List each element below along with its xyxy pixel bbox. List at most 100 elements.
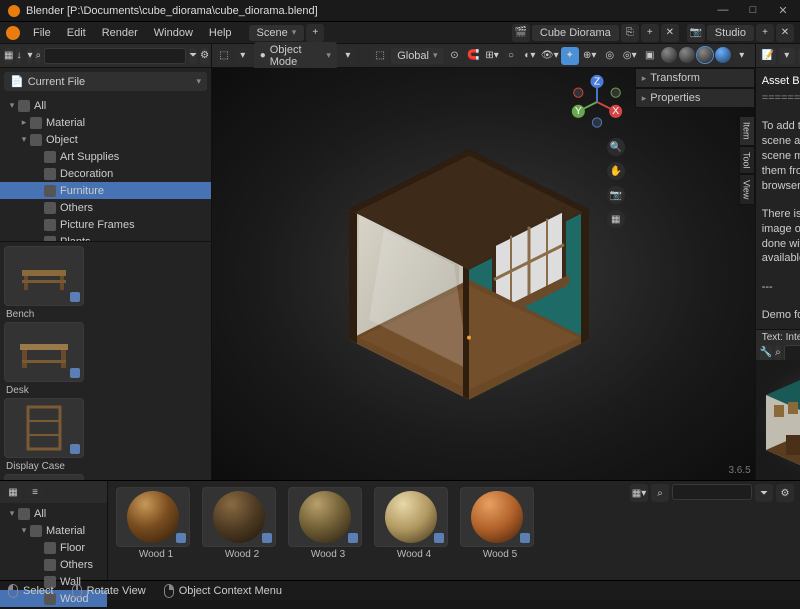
props-editor-type-button[interactable]: 🔧 <box>760 345 772 360</box>
editor-dropdown-icon[interactable]: ▾ <box>235 47 251 65</box>
tree-item[interactable]: ▾Material <box>0 522 107 539</box>
gear-icon[interactable]: ⚙ <box>200 48 209 64</box>
tree-item[interactable]: ▸Material <box>0 114 211 131</box>
tree-item[interactable]: Art Supplies <box>0 148 211 165</box>
viewlayer-delete-button[interactable]: ✕ <box>776 24 794 42</box>
overlay-toggle[interactable]: ◎ <box>601 47 619 65</box>
scene-selector[interactable]: Cube Diorama <box>532 25 619 41</box>
tab-item[interactable]: Item <box>739 116 755 146</box>
menu-render[interactable]: Render <box>95 25 145 41</box>
viewport-menu-button[interactable]: ▾ <box>340 47 356 65</box>
editor-type-button[interactable]: ▦ <box>4 48 13 64</box>
zoom-tool[interactable]: 🔍 <box>607 138 625 156</box>
perspective-tool[interactable]: ▦ <box>607 210 625 228</box>
navigation-gizmo[interactable]: X Y Z <box>569 74 625 130</box>
menu-edit[interactable]: Edit <box>60 25 93 41</box>
proportional-type-button[interactable]: ◐▾ <box>522 47 538 65</box>
asset-search-input[interactable] <box>44 48 186 64</box>
tree-item[interactable]: Plants <box>0 233 211 241</box>
scene-delete-button[interactable]: ✕ <box>661 24 679 42</box>
gear-icon[interactable]: ⚙ <box>776 484 794 502</box>
shading-options-button[interactable]: ▾ <box>733 47 751 65</box>
transform-panel-header[interactable]: ▸Transform <box>635 68 755 88</box>
shading-solid[interactable] <box>679 47 695 63</box>
asset-card[interactable]: Bench <box>4 246 84 320</box>
tab-tool[interactable]: Tool <box>739 146 755 175</box>
material-card[interactable]: Wood 3 <box>288 487 368 574</box>
menu-file[interactable]: File <box>26 25 58 41</box>
tree-item[interactable]: Picture Frames <box>0 216 211 233</box>
tree-item[interactable]: Others <box>0 199 211 216</box>
tree-item[interactable]: Others <box>0 556 107 573</box>
xray-button[interactable]: ▣ <box>641 47 659 65</box>
asset-card[interactable]: Display Case <box>4 398 84 472</box>
asset-display-button[interactable]: ▾ <box>27 48 32 64</box>
material-label: Wood 5 <box>460 549 540 560</box>
scene-link-button[interactable]: ⎘ <box>621 24 639 42</box>
proportional-edit-button[interactable]: ○ <box>503 47 519 65</box>
add-workspace-button[interactable]: + <box>306 24 324 42</box>
material-card[interactable]: Wood 4 <box>374 487 454 574</box>
material-card[interactable]: Wood 2 <box>202 487 282 574</box>
tree-item[interactable]: ▾Object <box>0 131 211 148</box>
orientation-icon[interactable]: ⬚ <box>372 47 388 65</box>
tree-item[interactable]: Decoration <box>0 165 211 182</box>
3d-viewport[interactable]: Item Tool View ▸Transform ▸Properties X … <box>212 68 755 480</box>
material-card[interactable]: Wood 5 <box>460 487 540 574</box>
asset-category-tree: ▾All▸Material▾ObjectArt SuppliesDecorati… <box>0 95 211 241</box>
properties-header: 🔧 ⌕ ▾ <box>756 345 800 360</box>
svg-text:X: X <box>612 106 619 117</box>
bottom-display-button[interactable]: ▦▾ <box>630 484 648 502</box>
snap-button[interactable]: 🧲 <box>465 47 481 65</box>
search-icon[interactable]: ⌕ <box>35 48 41 64</box>
scene-new-button[interactable]: + <box>641 24 659 42</box>
shading-rendered[interactable] <box>715 47 731 63</box>
shading-material[interactable] <box>697 47 713 63</box>
pivot-button[interactable]: ⊙ <box>447 47 463 65</box>
menu-window[interactable]: Window <box>147 25 200 41</box>
text-editor-body[interactable]: Asset Browser Demo ================== To… <box>756 68 800 329</box>
transform-orientation[interactable]: Global ▾ <box>391 48 443 64</box>
minimize-button[interactable]: — <box>714 4 732 17</box>
tree-item[interactable]: ▾All <box>0 97 211 114</box>
tree-item[interactable]: Furniture <box>0 182 211 199</box>
filter-button[interactable]: ⏷ <box>189 48 197 64</box>
bottom-editor-type-button[interactable]: ▦ <box>4 483 22 501</box>
overlay-type-button[interactable]: ◎▾ <box>621 47 639 65</box>
search-icon[interactable]: ⌕ <box>651 484 669 502</box>
maximize-button[interactable]: □ <box>744 4 762 17</box>
workspace-tab[interactable]: Scene▾ <box>249 25 305 41</box>
search-icon[interactable]: ⌕ <box>775 345 781 360</box>
properties-panel-header[interactable]: ▸Properties <box>635 88 755 108</box>
camera-tool[interactable]: 📷 <box>607 186 625 204</box>
viewlayer-new-button[interactable]: + <box>756 24 774 42</box>
asset-card[interactable]: Dresser <box>4 474 84 480</box>
gizmo-toggle[interactable]: ✦ <box>561 47 579 65</box>
visibility-button[interactable]: 👁▾ <box>541 47 559 65</box>
preview-viewport[interactable]: 🔍 ✋ <box>756 360 800 480</box>
asset-library-selector[interactable]: 📄Current File ▾ <box>4 72 207 91</box>
props-search-input[interactable] <box>784 345 800 360</box>
snap-type-button[interactable]: ⊞▾ <box>484 47 500 65</box>
text-editor-menu-button[interactable]: ▾ <box>779 48 795 64</box>
asset-card[interactable]: Desk <box>4 322 84 396</box>
tab-view[interactable]: View <box>739 174 755 205</box>
menubar: File Edit Render Window Help Scene▾ + 🎬 … <box>0 22 800 44</box>
bottom-filter-button[interactable]: ⏷ <box>755 484 773 502</box>
bottom-menu-button[interactable]: ≡ <box>26 483 44 501</box>
interaction-mode[interactable]: ● Object Mode ▾ <box>254 42 337 70</box>
svg-text:Z: Z <box>594 76 600 87</box>
menu-help[interactable]: Help <box>202 25 239 41</box>
editor-type-viewport[interactable]: ⬚ <box>216 47 232 65</box>
text-editor-type-button[interactable]: 📝 <box>760 48 776 64</box>
asset-import-button[interactable]: ↓ <box>16 48 21 64</box>
shading-wireframe[interactable] <box>661 47 677 63</box>
pan-tool[interactable]: ✋ <box>607 162 625 180</box>
gizmo-type-button[interactable]: ⊕▾ <box>581 47 599 65</box>
material-card[interactable]: Wood 1 <box>116 487 196 574</box>
tree-item[interactable]: Floor <box>0 539 107 556</box>
viewlayer-selector[interactable]: Studio <box>707 25 754 41</box>
close-button[interactable]: ✕ <box>774 4 792 17</box>
tree-item[interactable]: ▾All <box>0 505 107 522</box>
bottom-search-input[interactable] <box>672 484 752 500</box>
